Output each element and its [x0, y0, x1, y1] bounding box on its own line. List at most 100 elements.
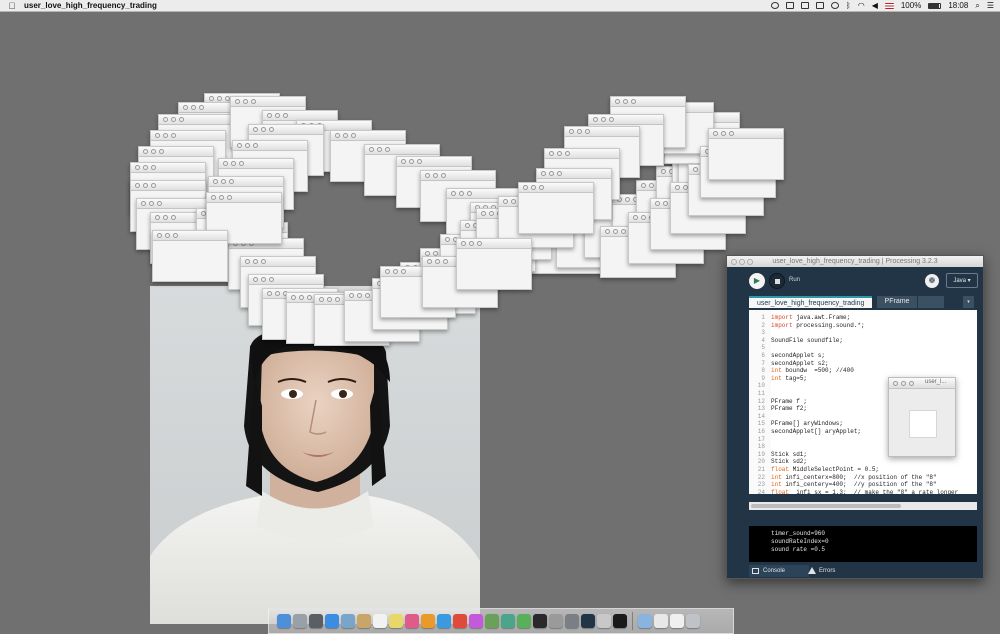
close-button[interactable]	[143, 149, 148, 154]
zoom-button[interactable]	[269, 127, 274, 132]
zoom-button[interactable]	[179, 117, 184, 122]
minimize-button[interactable]	[143, 183, 148, 188]
itunes-icon[interactable]	[405, 614, 419, 628]
mini-window-titlebar[interactable]	[159, 115, 233, 125]
close-button[interactable]	[445, 237, 450, 242]
minimize-button[interactable]	[531, 185, 536, 190]
minimize-button[interactable]	[261, 277, 266, 282]
zoom-button[interactable]	[199, 105, 204, 110]
folder-icon[interactable]	[638, 614, 652, 628]
mission-control-icon[interactable]	[309, 614, 323, 628]
clock-icon[interactable]	[830, 2, 839, 9]
zoom-button[interactable]	[621, 229, 626, 234]
zoom-button[interactable]	[351, 133, 356, 138]
zoom-button[interactable]	[157, 201, 162, 206]
close-button[interactable]	[605, 229, 610, 234]
processing-icon[interactable]	[581, 614, 595, 628]
close-button[interactable]	[693, 167, 698, 172]
trash-icon[interactable]	[686, 614, 700, 628]
zoom-button[interactable]	[385, 147, 390, 152]
maps-icon[interactable]	[501, 614, 515, 628]
chrome-icon[interactable]	[453, 614, 467, 628]
video-icon[interactable]	[613, 614, 627, 628]
minimize-button[interactable]	[143, 165, 148, 170]
mini-window-titlebar[interactable]	[131, 163, 205, 173]
zoom-button[interactable]	[631, 99, 636, 104]
minimize-button[interactable]	[469, 241, 474, 246]
close-button[interactable]	[135, 183, 140, 188]
mini-window-titlebar[interactable]	[233, 141, 307, 151]
close-button[interactable]	[731, 259, 737, 265]
zoom-button[interactable]	[151, 165, 156, 170]
mini-window-titlebar[interactable]	[709, 129, 783, 139]
ide-titlebar[interactable]: user_love_high_frequency_trading | Proce…	[727, 256, 983, 267]
mini-window-titlebar[interactable]	[151, 131, 225, 141]
minimize-button[interactable]	[245, 143, 250, 148]
list-icon[interactable]: ☰	[987, 1, 994, 10]
mini-window-titlebar[interactable]	[421, 171, 495, 181]
close-button[interactable]	[569, 129, 574, 134]
zoom-button[interactable]	[729, 131, 734, 136]
mini-window-titlebar[interactable]	[545, 149, 619, 159]
close-button[interactable]	[675, 185, 680, 190]
zoom-button[interactable]	[283, 113, 288, 118]
zoom-button[interactable]	[151, 183, 156, 188]
horizontal-scrollbar[interactable]	[749, 502, 977, 510]
close-button[interactable]	[465, 223, 470, 228]
close-button[interactable]	[319, 297, 324, 302]
close-button[interactable]	[155, 215, 160, 220]
code-line[interactable]: 24 float infi_sx = 1.3; // make the "8" a…	[749, 489, 977, 494]
close-button[interactable]	[223, 161, 228, 166]
close-button[interactable]	[291, 295, 296, 300]
document-icon[interactable]	[670, 614, 684, 628]
zoom-button[interactable]	[401, 269, 406, 274]
close-button[interactable]	[369, 147, 374, 152]
close-button[interactable]	[135, 165, 140, 170]
minimize-button[interactable]	[163, 133, 168, 138]
flag-icon[interactable]	[884, 2, 894, 9]
mini-window-titlebar[interactable]	[537, 169, 611, 179]
close-button[interactable]	[615, 99, 620, 104]
finder-icon[interactable]	[277, 614, 291, 628]
close-button[interactable]	[655, 201, 660, 206]
console-tab[interactable]: Console	[749, 565, 809, 577]
close-button[interactable]	[427, 259, 432, 264]
stop-button[interactable]	[769, 273, 785, 289]
zoom-button[interactable]	[909, 381, 914, 386]
close-button[interactable]	[163, 117, 168, 122]
notes-icon[interactable]	[389, 614, 403, 628]
tab-blank[interactable]	[918, 296, 944, 308]
tab-pframe[interactable]: PFrame	[877, 296, 917, 308]
close-button[interactable]	[253, 277, 258, 282]
mini-window-titlebar[interactable]	[231, 97, 305, 107]
mini-window-titlebar[interactable]	[241, 257, 315, 267]
close-button[interactable]	[503, 199, 508, 204]
minimize-button[interactable]	[623, 99, 628, 104]
minimize-button[interactable]	[299, 295, 304, 300]
minimize-button[interactable]	[549, 171, 554, 176]
app-title[interactable]: user_love_high_frequency_trading	[24, 1, 157, 10]
zoom-button[interactable]	[335, 297, 340, 302]
mini-window-titlebar[interactable]	[565, 127, 639, 137]
photo-icon[interactable]	[341, 614, 355, 628]
zoom-button[interactable]	[585, 129, 590, 134]
zoom-button[interactable]	[443, 259, 448, 264]
minimize-button[interactable]	[739, 259, 745, 265]
volume-icon[interactable]: ◀	[872, 1, 878, 10]
minimize-button[interactable]	[649, 183, 654, 188]
minimize-button[interactable]	[901, 381, 906, 386]
mini-window-titlebar[interactable]	[519, 183, 593, 193]
close-button[interactable]	[401, 159, 406, 164]
minimize-button[interactable]	[163, 215, 168, 220]
zoom-button[interactable]	[557, 171, 562, 176]
zoom-button[interactable]	[239, 161, 244, 166]
zoom-button[interactable]	[747, 259, 753, 265]
zoom-button[interactable]	[251, 99, 256, 104]
zoom-button[interactable]	[229, 179, 234, 184]
close-button[interactable]	[425, 173, 430, 178]
zoom-button[interactable]	[467, 191, 472, 196]
minimize-button[interactable]	[343, 133, 348, 138]
minimize-button[interactable]	[435, 259, 440, 264]
display-icon[interactable]	[815, 2, 824, 9]
mini-window-titlebar[interactable]	[153, 231, 227, 241]
